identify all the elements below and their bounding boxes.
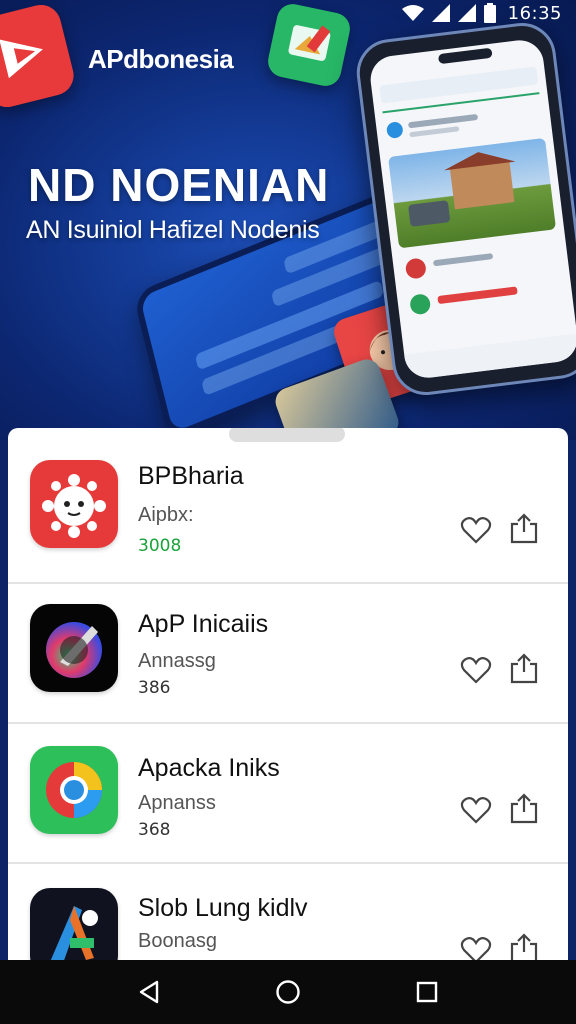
app-name: BPBharia — [138, 462, 244, 490]
rocket-orb-icon[interactable] — [30, 604, 118, 692]
favorite-heart-icon[interactable] — [460, 794, 492, 826]
share-icon[interactable] — [508, 792, 540, 824]
phone-screen — [367, 37, 576, 381]
browser-circle-icon[interactable] — [30, 746, 118, 834]
hero-subheadline: AN Isuiniol Hafizel Nodenis — [26, 216, 320, 244]
favorite-heart-icon[interactable] — [460, 514, 492, 546]
app-name: Apacka Iniks — [138, 754, 280, 782]
app-subtitle: Apnanss — [138, 792, 216, 814]
share-icon[interactable] — [508, 512, 540, 544]
status-bar: 16:35 — [0, 0, 576, 26]
red-mascot-icon[interactable] — [30, 460, 118, 548]
art-brush-icon[interactable] — [30, 888, 118, 968]
app-list-sheet[interactable]: BPBharia Aipbx: 3008 ApP Inicaiis Annass… — [8, 428, 568, 968]
list-item[interactable]: Apacka Iniks Apnanss 368 — [8, 728, 568, 868]
app-title: APdbonesia — [88, 44, 234, 74]
battery-icon — [483, 3, 496, 23]
home-circle-icon[interactable] — [268, 972, 308, 1012]
list-item[interactable]: BPBharia Aipbx: 3008 — [8, 428, 568, 568]
app-count: 3008 — [138, 536, 182, 556]
app-subtitle: Boonasg — [138, 930, 217, 952]
app-name: ApP Inicaiis — [138, 610, 269, 638]
wifi-icon — [401, 4, 424, 22]
signal-icon — [431, 4, 450, 22]
app-count: 386 — [138, 678, 171, 698]
list-item[interactable]: Slob Lung kidlv Boonasg — [8, 868, 568, 968]
status-time: 16:35 — [507, 2, 562, 24]
system-nav-bar — [0, 960, 576, 1024]
app-subtitle: Annassg — [138, 650, 216, 672]
recents-square-icon[interactable] — [407, 972, 447, 1012]
app-count: 368 — [138, 820, 171, 840]
share-icon[interactable] — [508, 652, 540, 684]
hero-headline: ND NOENIAN — [28, 159, 330, 211]
signal-icon-secondary — [457, 4, 476, 22]
app-subtitle: Aipbx: — [138, 504, 194, 526]
phone-house-image — [388, 137, 557, 249]
list-item[interactable]: ApP Inicaiis Annassg 386 — [8, 588, 568, 728]
favorite-heart-icon[interactable] — [460, 654, 492, 686]
hero-banner: 16:35 APdbonesia ND NOENIAN AN Isuiniol … — [0, 0, 576, 440]
app-name: Slob Lung kidlv — [138, 894, 308, 922]
back-triangle-icon[interactable] — [129, 972, 169, 1012]
